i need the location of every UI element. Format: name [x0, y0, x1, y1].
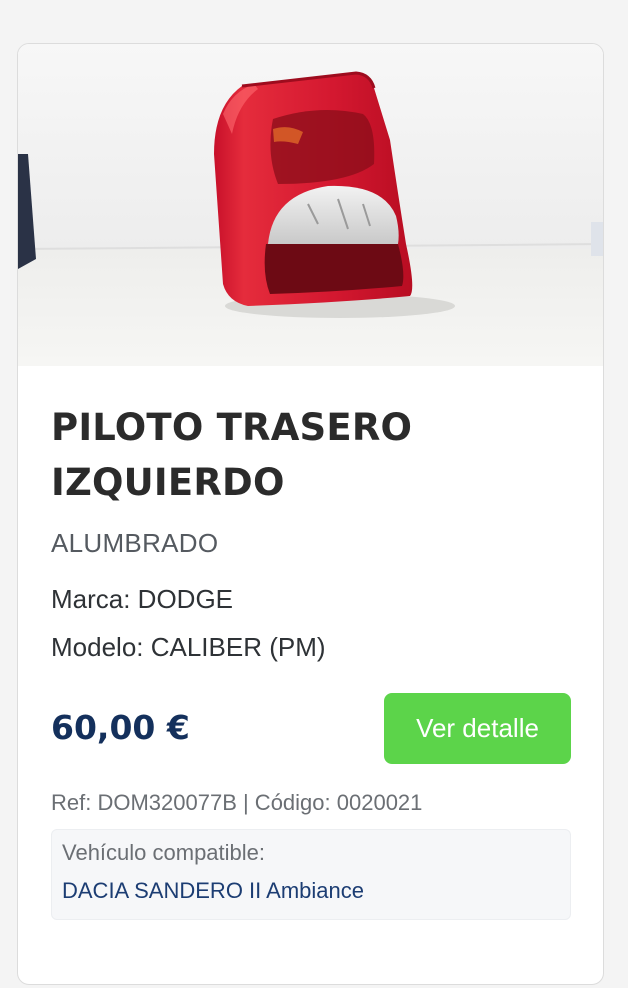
- product-reference: Ref: DOM320077B | Código: 0020021: [51, 790, 423, 815]
- product-model: Modelo: CALIBER (PM): [51, 632, 326, 662]
- product-title: PILOTO TRASERO IZQUIERDO: [51, 400, 571, 510]
- product-brand: Marca: DODGE: [51, 584, 234, 614]
- product-price: 60,00 €: [51, 708, 190, 747]
- compatible-vehicle-label: Vehículo compatible:: [62, 840, 266, 865]
- view-detail-button[interactable]: Ver detalle: [384, 693, 571, 764]
- product-category: ALUMBRADO: [51, 528, 219, 558]
- compatible-vehicle-box: Vehículo compatible: DACIA SANDERO II Am…: [51, 829, 571, 920]
- product-title-line-1: PILOTO TRASERO: [51, 406, 413, 449]
- product-photo[interactable]: [18, 44, 603, 366]
- product-title-line-2: IZQUIERDO: [51, 461, 285, 504]
- compatible-vehicle-link[interactable]: DACIA SANDERO II Ambiance: [62, 878, 560, 904]
- product-card: PILOTO TRASERO IZQUIERDO ALUMBRADO Marca…: [17, 43, 604, 985]
